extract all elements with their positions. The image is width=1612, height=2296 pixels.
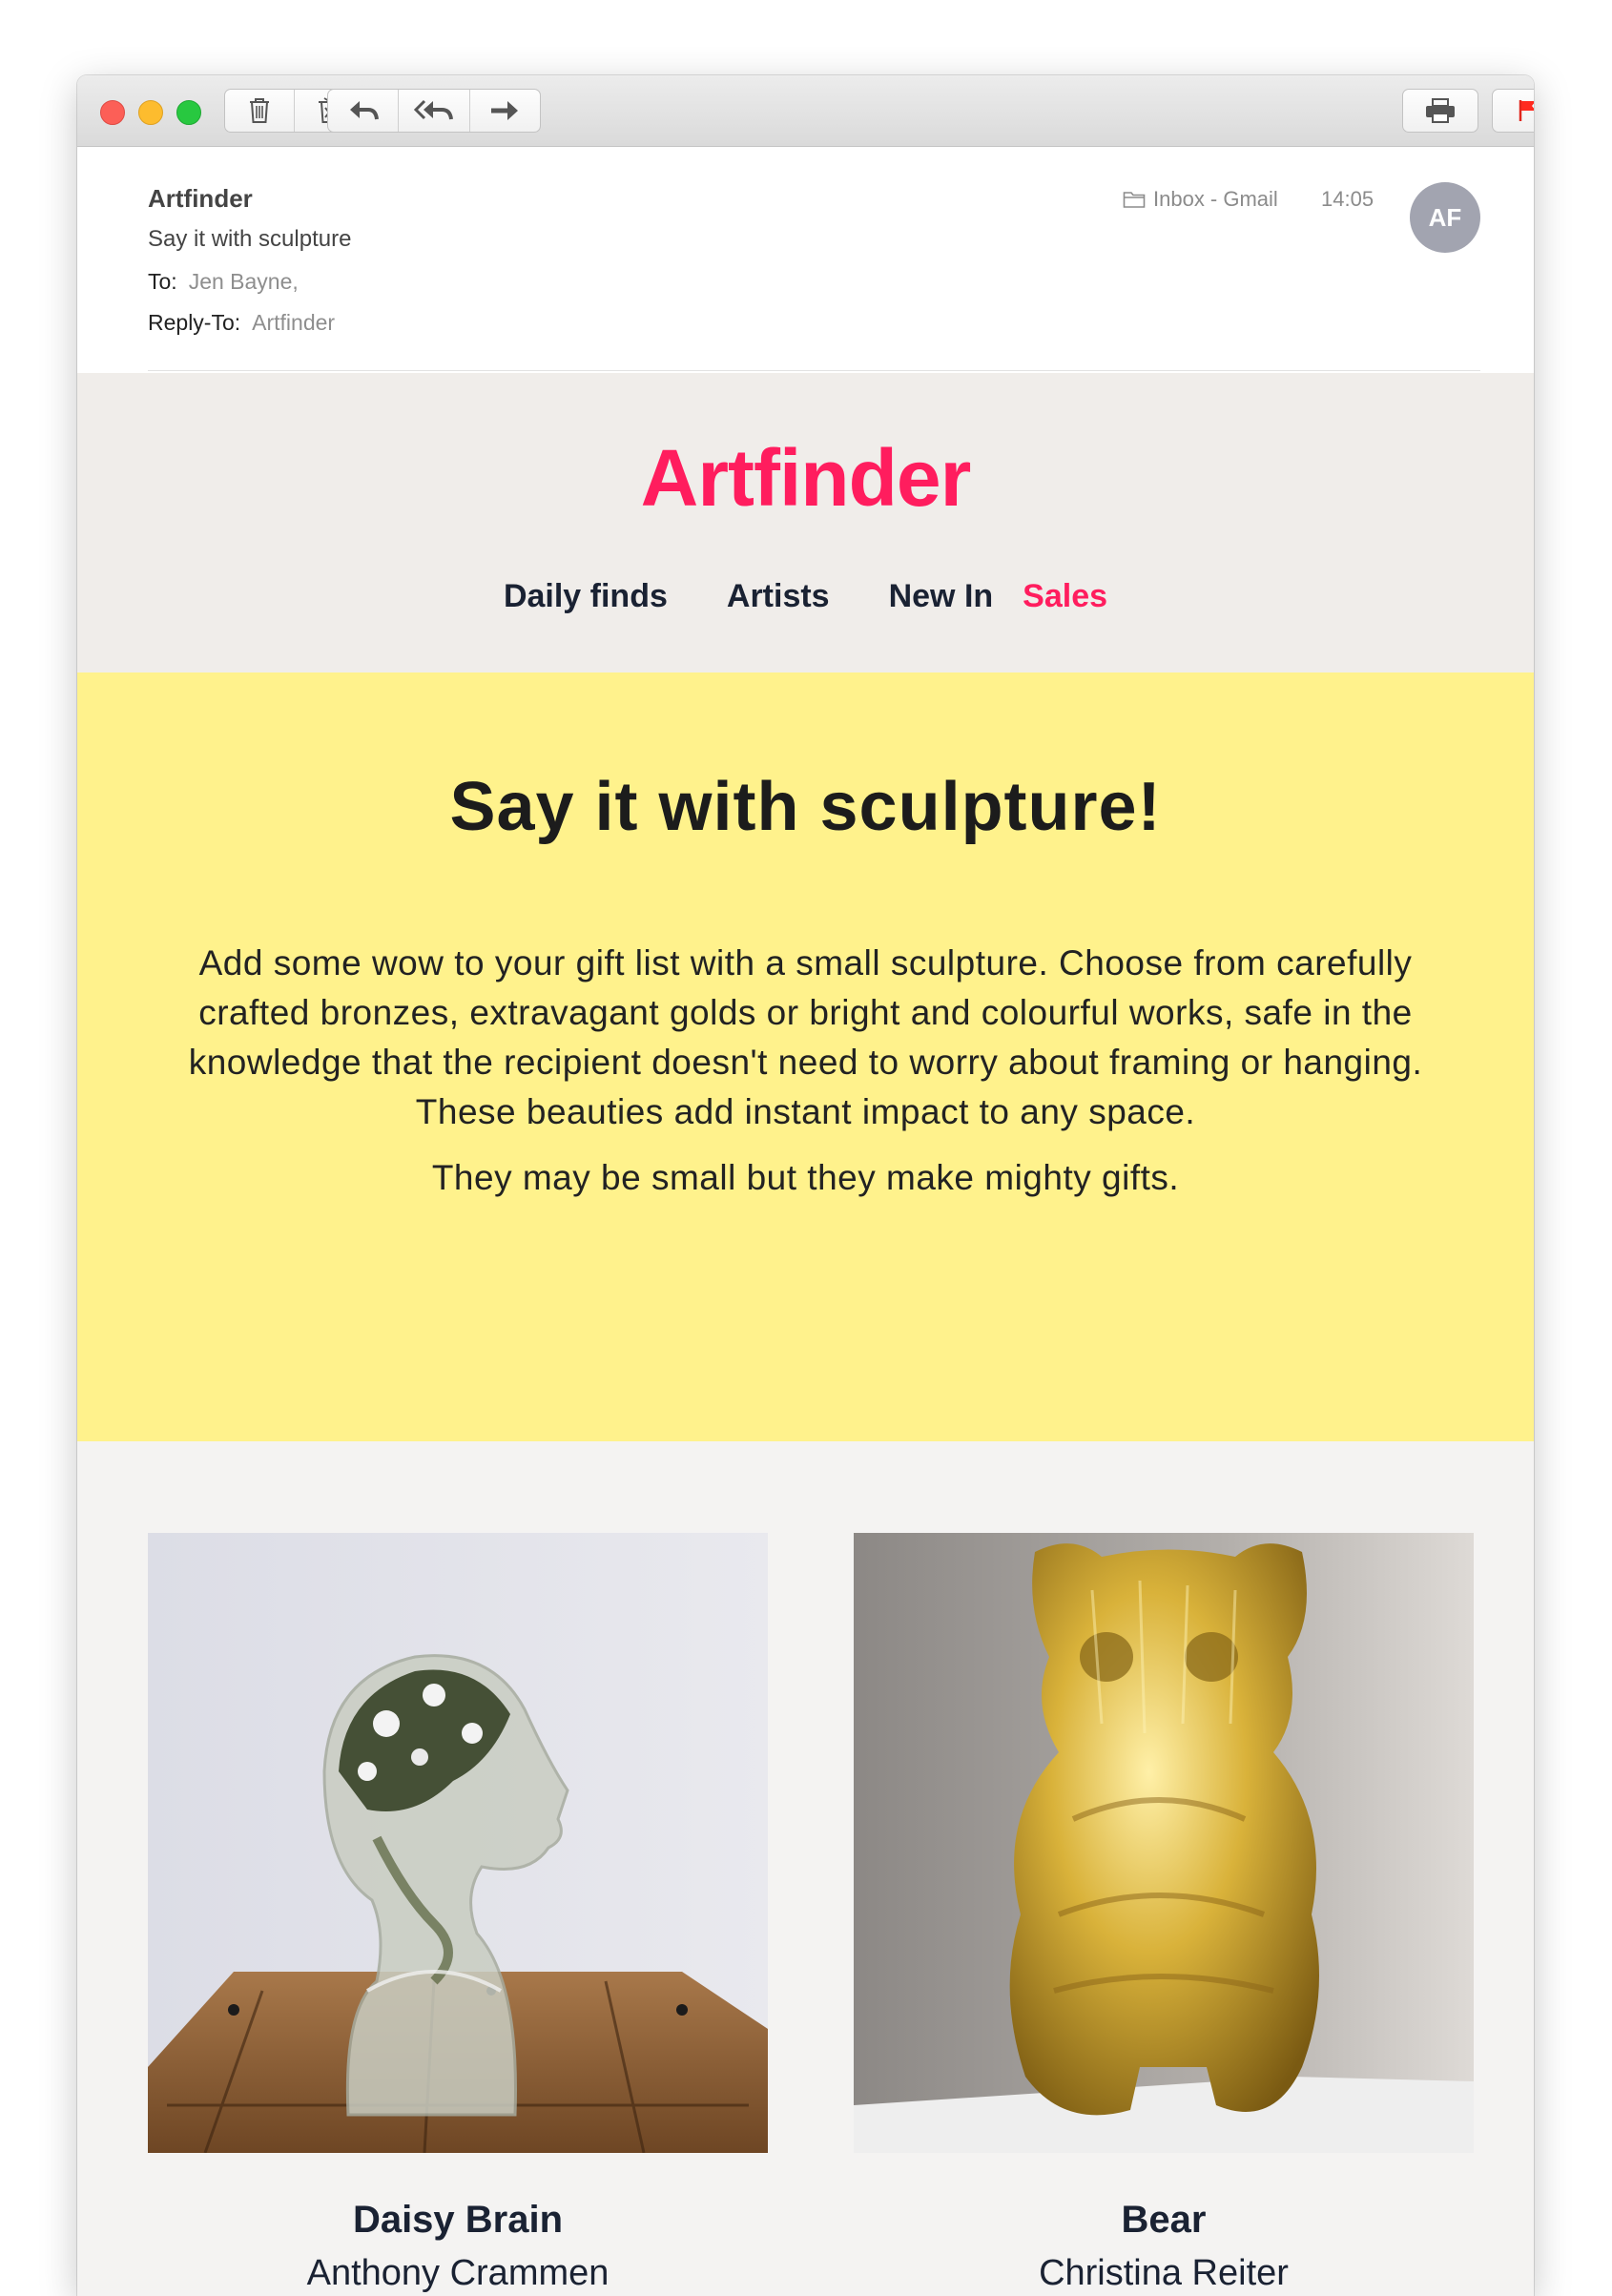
- reply-to-value[interactable]: Artfinder: [252, 310, 335, 335]
- product-card: Bear Christina Reiter: [854, 1533, 1474, 2296]
- forward-button[interactable]: [470, 90, 540, 132]
- print-icon: [1426, 98, 1455, 123]
- to-row: To: Jen Bayne,: [148, 269, 299, 295]
- delete-button[interactable]: [225, 90, 295, 132]
- reply-button[interactable]: [328, 90, 400, 132]
- reply-group: [327, 89, 541, 133]
- product-artist-link[interactable]: Anthony Crammen: [307, 2253, 610, 2296]
- mailbox-location[interactable]: Inbox - Gmail: [1123, 187, 1278, 212]
- product-title[interactable]: Bear: [854, 2199, 1474, 2242]
- folder-icon: [1123, 192, 1146, 208]
- reply-all-button[interactable]: [399, 90, 470, 132]
- nav-artists[interactable]: Artists: [727, 578, 830, 615]
- reply-to-label: Reply-To:: [148, 310, 241, 335]
- reply-icon: [349, 101, 379, 120]
- message-subject: Say it with sculpture: [148, 226, 352, 252]
- hero-section: Say it with sculpture! Add some wow to y…: [77, 672, 1534, 1441]
- forward-icon: [491, 101, 519, 120]
- flag-icon: [1519, 100, 1534, 121]
- nav-sales[interactable]: Sales: [1023, 578, 1107, 615]
- product-title[interactable]: Daisy Brain: [148, 2199, 768, 2242]
- toolbar: [77, 75, 1534, 147]
- product-card: Daisy Brain Anthony Crammen: [148, 1533, 768, 2296]
- flag-group: [1492, 89, 1534, 133]
- to-recipient[interactable]: Jen Bayne,: [189, 269, 299, 294]
- hero-tagline: They may be small but they make mighty g…: [431, 1158, 1180, 1197]
- to-label: To:: [148, 269, 177, 294]
- print-button[interactable]: [1403, 90, 1478, 132]
- message-time: 14:05: [1321, 187, 1374, 211]
- sender-name: Artfinder: [148, 184, 253, 213]
- product-image-daisy-brain[interactable]: [148, 1533, 768, 2153]
- header-divider: [148, 370, 1480, 371]
- mail-window: Artfinder Say it with sculpture To: Jen B…: [77, 75, 1534, 2296]
- email-nav: Daily finds Artists New In Sales: [77, 578, 1534, 615]
- nav-new-in[interactable]: New In: [889, 578, 994, 615]
- product-artist-link[interactable]: Christina Reiter: [1039, 2253, 1289, 2296]
- print-group: [1402, 89, 1478, 133]
- artfinder-logo[interactable]: Artfinder: [77, 432, 1534, 525]
- flag-button[interactable]: [1493, 90, 1534, 132]
- zoom-window-button[interactable]: [176, 100, 201, 125]
- reply-to-row: Reply-To: Artfinder: [148, 310, 335, 336]
- email-nav-section: Artfinder Daily finds Artists New In Sal…: [77, 373, 1534, 672]
- close-window-button[interactable]: [100, 100, 125, 125]
- sender-avatar: AF: [1410, 182, 1480, 253]
- products-section: Daisy Brain Anthony Crammen Bear Christi…: [77, 1441, 1534, 2296]
- trash-icon: [250, 98, 269, 123]
- reply-all-icon: [413, 99, 453, 120]
- hero-title: Say it with sculpture!: [449, 769, 1162, 845]
- hero-body: Add some wow to your gift list with a sm…: [188, 943, 1423, 1131]
- minimize-window-button[interactable]: [138, 100, 163, 125]
- mailbox-name: Inbox - Gmail: [1153, 187, 1278, 211]
- nav-daily-finds[interactable]: Daily finds: [504, 578, 668, 615]
- product-image-bear[interactable]: [854, 1533, 1474, 2153]
